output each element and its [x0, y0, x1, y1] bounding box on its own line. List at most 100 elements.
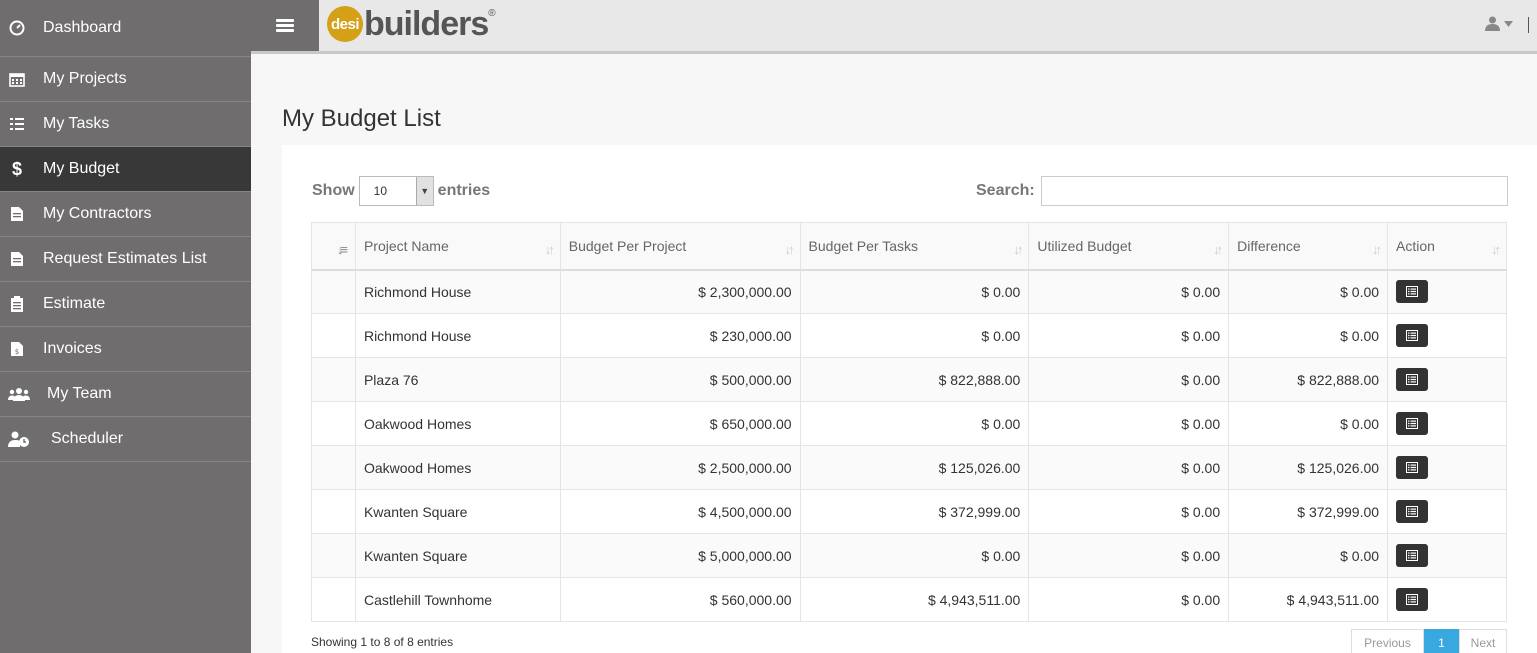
- difference-cell: $ 372,999.00: [1228, 489, 1389, 534]
- project-name-cell: Oakwood Homes: [354, 445, 561, 490]
- action-cell: [1387, 489, 1507, 534]
- sidebar-item-label: Request Estimates List: [43, 250, 207, 267]
- entries-select[interactable]: 10 ▼: [358, 176, 434, 206]
- action-cell: [1387, 577, 1507, 622]
- project-name-cell: Kwanten Square: [354, 533, 561, 578]
- row-index-cell: [311, 401, 356, 446]
- column-header-action[interactable]: Action ↓↑: [1387, 222, 1507, 271]
- column-header-difference[interactable]: Difference ↓↑: [1228, 222, 1389, 271]
- list-icon: [1406, 550, 1419, 561]
- view-details-button[interactable]: [1396, 500, 1429, 523]
- tasks-list-icon: [8, 115, 26, 133]
- budget-per-tasks-cell: $ 4,943,511.00: [799, 577, 1030, 622]
- chevron-down-icon: ▼: [415, 177, 433, 205]
- difference-cell: $ 0.00: [1228, 533, 1389, 578]
- sidebar-item-label: My Tasks: [43, 115, 110, 132]
- sidebar-item-my-team[interactable]: My Team: [0, 372, 251, 417]
- sidebar-item-scheduler[interactable]: Scheduler: [0, 417, 251, 462]
- page-title: My Budget List: [282, 105, 441, 132]
- view-details-button[interactable]: [1396, 544, 1429, 567]
- sidebar-item-label: Invoices: [43, 340, 102, 357]
- user-menu-button[interactable]: [1485, 16, 1513, 31]
- sidebar-item-invoices[interactable]: $ Invoices: [0, 327, 251, 372]
- document-icon: [8, 250, 26, 268]
- utilized-budget-cell: $ 0.00: [1028, 401, 1230, 446]
- budget-per-tasks-cell: $ 822,888.00: [799, 357, 1030, 402]
- column-header-budget-per-tasks[interactable]: Budget Per Tasks ↓↑: [799, 222, 1030, 271]
- difference-cell: $ 125,026.00: [1228, 445, 1389, 490]
- action-cell: [1387, 401, 1507, 446]
- difference-cell: $ 0.00: [1228, 401, 1389, 446]
- next-page-button[interactable]: Next: [1459, 629, 1507, 653]
- sidebar-item-my-contractors[interactable]: My Contractors: [0, 192, 251, 237]
- column-header-budget-per-project[interactable]: Budget Per Project ↓↑: [559, 222, 801, 271]
- menu-toggle-button[interactable]: [251, 0, 319, 51]
- previous-page-button[interactable]: Previous: [1351, 629, 1424, 653]
- sidebar-item-label: My Projects: [43, 70, 127, 87]
- action-cell: [1387, 533, 1507, 578]
- view-details-button[interactable]: [1396, 368, 1429, 391]
- sidebar-item-label: My Budget: [43, 160, 120, 177]
- users-icon: [8, 385, 30, 403]
- sidebar-item-my-projects[interactable]: My Projects: [0, 57, 251, 102]
- row-index-cell: [311, 357, 356, 402]
- project-name-cell: Castlehill Townhome: [354, 577, 561, 622]
- project-name-cell: Kwanten Square: [354, 489, 561, 534]
- row-index-cell: [311, 533, 356, 578]
- view-details-button[interactable]: [1396, 588, 1429, 611]
- search-input[interactable]: [1040, 176, 1508, 206]
- utilized-budget-cell: $ 0.00: [1028, 269, 1230, 314]
- budget-per-tasks-cell: $ 0.00: [799, 533, 1030, 578]
- view-details-button[interactable]: [1396, 324, 1429, 347]
- utilized-budget-cell: $ 0.00: [1028, 489, 1230, 534]
- logo-registered-mark: ®: [488, 8, 496, 19]
- difference-cell: $ 4,943,511.00: [1228, 577, 1389, 622]
- budget-per-project-cell: $ 5,000,000.00: [559, 533, 801, 578]
- budget-per-project-cell: $ 4,500,000.00: [559, 489, 801, 534]
- logo[interactable]: desi builders ®: [327, 4, 496, 44]
- sidebar-item-request-estimates[interactable]: Request Estimates List: [0, 237, 251, 282]
- sort-icon: ↓↑: [1013, 242, 1023, 257]
- sort-asc-icon: ↓≡: [336, 242, 348, 257]
- dashboard-icon: [8, 19, 26, 37]
- view-details-button[interactable]: [1396, 412, 1429, 435]
- utilized-budget-cell: $ 0.00: [1028, 445, 1230, 490]
- sidebar-item-my-tasks[interactable]: My Tasks: [0, 102, 251, 147]
- page-1-button[interactable]: 1: [1424, 629, 1459, 653]
- sort-icon: ↓↑: [1372, 242, 1382, 257]
- table-row: Oakwood Homes $ 650,000.00 $ 0.00 $ 0.00 $ 0…: [311, 401, 1507, 446]
- sidebar-item-label: Scheduler: [51, 430, 124, 447]
- utilized-budget-cell: $ 0.00: [1028, 313, 1230, 358]
- sidebar-item-label: Dashboard: [43, 19, 122, 36]
- sidebar-item-estimate[interactable]: Estimate: [0, 282, 251, 327]
- sidebar-item-my-budget[interactable]: $ My Budget: [0, 147, 251, 192]
- show-label: Show: [312, 182, 355, 199]
- budget-table: ↓≡ Project Name ↓↑ Budget Per Project ↓↑…: [311, 222, 1507, 622]
- row-index-cell: [311, 577, 356, 622]
- project-name-cell: Oakwood Homes: [354, 401, 561, 446]
- sort-icon: ↓↑: [544, 242, 555, 257]
- column-header-project-name[interactable]: Project Name ↓↑: [354, 222, 561, 271]
- sidebar-item-dashboard[interactable]: Dashboard: [0, 0, 251, 57]
- project-name-cell: Richmond House: [354, 313, 561, 358]
- table-info: Showing 1 to 8 of 8 entries: [311, 635, 454, 649]
- user-clock-icon: [8, 430, 30, 448]
- budget-per-tasks-cell: $ 372,999.00: [799, 489, 1030, 534]
- column-header-utilized-budget[interactable]: Utilized Budget ↓↑: [1028, 222, 1230, 271]
- utilized-budget-cell: $ 0.00: [1028, 577, 1230, 622]
- search-label: Search:: [976, 182, 1035, 199]
- clipboard-icon: [8, 295, 26, 313]
- entries-select-value: 10: [373, 184, 388, 198]
- budget-per-project-cell: $ 500,000.00: [559, 357, 801, 402]
- calendar-icon: [8, 70, 26, 88]
- budget-per-tasks-cell: $ 0.00: [799, 269, 1030, 314]
- table-row: Richmond House $ 2,300,000.00 $ 0.00 $ 0.00…: [311, 269, 1507, 314]
- user-icon: [1485, 16, 1500, 31]
- view-details-button[interactable]: [1396, 280, 1429, 304]
- entries-label: entries: [437, 182, 491, 199]
- column-header-index[interactable]: ↓≡: [311, 222, 356, 271]
- list-icon: [1406, 506, 1419, 517]
- utilized-budget-cell: $ 0.00: [1028, 357, 1230, 402]
- budget-per-tasks-cell: $ 0.00: [799, 313, 1030, 358]
- view-details-button[interactable]: [1396, 456, 1429, 479]
